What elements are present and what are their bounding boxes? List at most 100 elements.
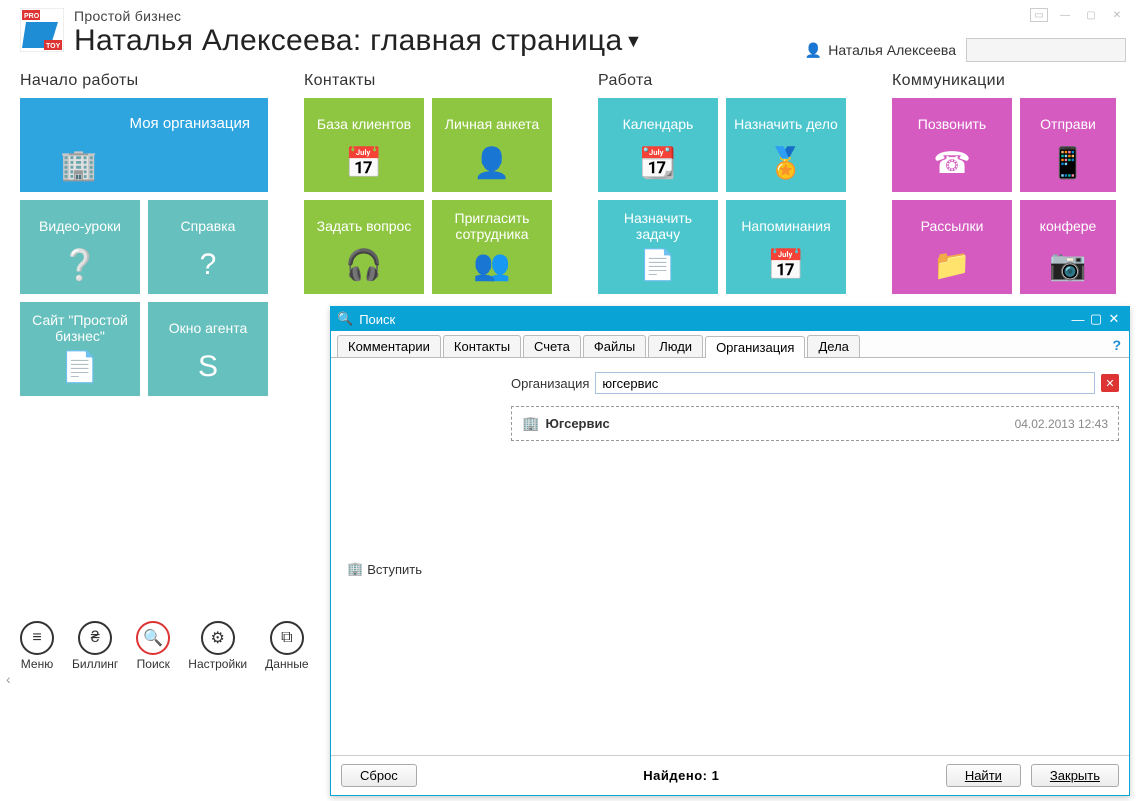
clear-icon[interactable]: ✕ bbox=[1101, 374, 1119, 392]
search-icon: 🔍 bbox=[337, 311, 353, 327]
tile-grid: База клиентов 📅 Личная анкета👤Задать вопро… bbox=[304, 98, 574, 294]
tile-conference[interactable]: конфере📷 bbox=[1020, 200, 1116, 294]
app-logo: PRO TOY bbox=[20, 8, 64, 52]
dialog-footer: Сброс Найдено: 1 Найти Закрыть bbox=[331, 755, 1129, 795]
bottom-icon: ⚙ bbox=[201, 621, 235, 655]
tile-icon: 📅 bbox=[345, 146, 382, 181]
found-label: Найдено: 1 bbox=[427, 768, 936, 783]
tile-label: Назначить дело bbox=[728, 108, 844, 140]
tab-Комментарии[interactable]: Комментарии bbox=[337, 335, 441, 357]
tile-mailings[interactable]: Рассылки 📁 bbox=[892, 200, 1012, 294]
tile-icon: 👥 bbox=[473, 248, 510, 283]
tab-Файлы[interactable]: Файлы bbox=[583, 335, 646, 357]
maximize-icon[interactable]: ▢ bbox=[1082, 8, 1100, 22]
tile-label: Рассылки bbox=[915, 210, 990, 242]
join-link[interactable]: 🏢 Вступить bbox=[347, 561, 1119, 577]
tile-assign-task[interactable]: Назначить задачу📄 bbox=[598, 200, 718, 294]
settings-button[interactable]: ⚙ Настройки bbox=[188, 621, 247, 671]
page-title[interactable]: Наталья Алексеева: главная страница ▼ bbox=[74, 24, 805, 58]
tile-invite-employee[interactable]: Пригласить сотрудника 👥 bbox=[432, 200, 552, 294]
tile-label: Напоминания bbox=[735, 210, 836, 242]
find-button[interactable]: Найти bbox=[946, 764, 1021, 787]
menu-button[interactable]: ≡Меню bbox=[20, 621, 54, 671]
user-icon: 👤 bbox=[805, 42, 822, 59]
tile-label: Отправи bbox=[1034, 108, 1102, 140]
tile-calendar[interactable]: Календарь 📆 bbox=[598, 98, 718, 192]
tile-help[interactable]: Справка? bbox=[148, 200, 268, 294]
bottom-icon: ₴ bbox=[78, 621, 112, 655]
data-button[interactable]: ⧉Данные bbox=[265, 621, 308, 671]
tile-label: Видео-уроки bbox=[33, 210, 127, 242]
header-search[interactable]: 🔍 bbox=[966, 38, 1126, 62]
search-dialog: 🔍 Поиск — ▢ ✕ КомментарииКонтактыСчетаФа… bbox=[330, 306, 1130, 796]
dialog-body: Организация ✕ 🏢 Югсервис 04.02.2013 12:4… bbox=[331, 358, 1129, 755]
tile-label: База клиентов bbox=[311, 108, 417, 140]
billing-button[interactable]: ₴ Биллинг bbox=[72, 621, 118, 671]
close-icon[interactable]: ✕ bbox=[1108, 8, 1126, 22]
tile-icon: S bbox=[198, 350, 218, 384]
tile-icon: 📆 bbox=[639, 146, 676, 181]
tile-icon: 👤 bbox=[473, 146, 510, 181]
dialog-maximize-icon[interactable]: ▢ bbox=[1087, 311, 1105, 327]
user-block[interactable]: 👤 Наталья Алексеева bbox=[805, 42, 956, 59]
org-search-input[interactable] bbox=[595, 372, 1095, 394]
app-name: Простой бизнес bbox=[74, 8, 805, 24]
tab-Организация[interactable]: Организация bbox=[705, 336, 805, 358]
tile-grid: Моя организация 🏢 Видео-уроки❔Справка?Сайт… bbox=[20, 98, 280, 396]
search-button[interactable]: 🔍Поиск bbox=[136, 621, 170, 671]
column-title: Начало работы bbox=[20, 72, 280, 90]
svg-text:PRO: PRO bbox=[24, 13, 40, 20]
bottom-label: Настройки bbox=[188, 657, 247, 671]
header: PRO TOY Простой бизнес Наталья Алексеева… bbox=[0, 0, 1146, 66]
tile-send[interactable]: Отправи📱 bbox=[1020, 98, 1116, 192]
tile-icon: 📁 bbox=[933, 248, 970, 283]
bottom-label: Поиск bbox=[137, 657, 170, 671]
tile-my-org[interactable]: Моя организация 🏢 bbox=[20, 98, 268, 192]
column-title: Контакты bbox=[304, 72, 574, 90]
dialog-minimize-icon[interactable]: — bbox=[1069, 312, 1087, 327]
tile-icon: ? bbox=[200, 248, 217, 282]
column-title: Работа bbox=[598, 72, 868, 90]
tile-grid: Календарь 📆 Назначить дело🏅Назначить задач… bbox=[598, 98, 868, 294]
tile-video-lessons[interactable]: Видео-уроки❔ bbox=[20, 200, 140, 294]
help-icon[interactable]: ? bbox=[1112, 337, 1121, 353]
reset-button[interactable]: Сброс bbox=[341, 764, 417, 787]
bottom-label: Меню bbox=[21, 657, 53, 671]
tab-Люди[interactable]: Люди bbox=[648, 335, 703, 357]
tile-icon: 🏢 bbox=[60, 148, 97, 183]
bottom-icon: ⧉ bbox=[270, 621, 304, 655]
tile-assign-case[interactable]: Назначить дело🏅 bbox=[726, 98, 846, 192]
tile-call[interactable]: Позвонить☎ bbox=[892, 98, 1012, 192]
search-result-row[interactable]: 🏢 Югсервис 04.02.2013 12:43 bbox=[511, 406, 1119, 441]
bottom-label: Биллинг bbox=[72, 657, 118, 671]
join-icon: 🏢 bbox=[347, 561, 363, 577]
tile-label: Пригласить сотрудника bbox=[432, 210, 552, 242]
tile-ask-question[interactable]: Задать вопрос🎧 bbox=[304, 200, 424, 294]
tile-icon: 📄 bbox=[61, 350, 98, 385]
svg-text:TOY: TOY bbox=[46, 43, 61, 50]
org-search-row: Организация ✕ bbox=[511, 372, 1119, 394]
minimize-icon[interactable]: — bbox=[1056, 8, 1074, 22]
dialog-close-icon[interactable]: ✕ bbox=[1105, 311, 1123, 327]
close-button[interactable]: Закрыть bbox=[1031, 764, 1119, 787]
tab-Счета[interactable]: Счета bbox=[523, 335, 581, 357]
tile-site[interactable]: Сайт "Простой бизнес" 📄 bbox=[20, 302, 140, 396]
tile-label: Моя организация bbox=[124, 108, 256, 140]
tab-Контакты[interactable]: Контакты bbox=[443, 335, 521, 357]
tile-reminders[interactable]: Напоминания 📅 bbox=[726, 200, 846, 294]
tile-label: Календарь bbox=[617, 108, 700, 140]
tile-agent-window[interactable]: Окно агента S bbox=[148, 302, 268, 396]
tile-icon: 📷 bbox=[1049, 248, 1086, 283]
tile-label: Окно агента bbox=[163, 312, 254, 344]
tile-icon: 🎧 bbox=[345, 248, 382, 283]
tab-Дела[interactable]: Дела bbox=[807, 335, 859, 357]
org-icon: 🏢 bbox=[522, 415, 539, 432]
tile-label: Сайт "Простой бизнес" bbox=[20, 312, 140, 344]
window-mode-icon[interactable]: ▭ bbox=[1030, 8, 1048, 22]
scroll-left-icon[interactable]: ‹ bbox=[6, 671, 11, 687]
tile-icon: 📅 bbox=[767, 248, 804, 283]
header-search-input[interactable] bbox=[967, 43, 1146, 58]
tile-client-db[interactable]: База клиентов 📅 bbox=[304, 98, 424, 192]
tile-personal-form[interactable]: Личная анкета👤 bbox=[432, 98, 552, 192]
tile-grid: Позвонить☎Отправи📱 Рассылки 📁 конфере📷 bbox=[892, 98, 1122, 294]
